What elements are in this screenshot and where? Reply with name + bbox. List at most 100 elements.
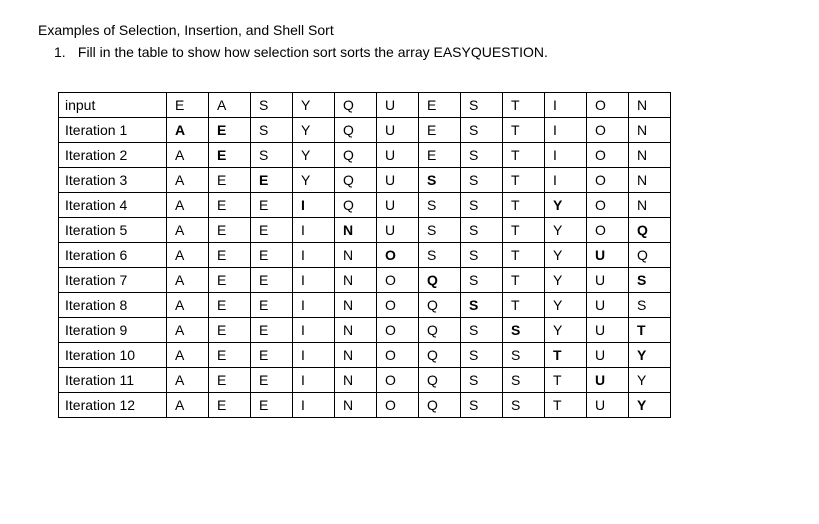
row-label: Iteration 1 xyxy=(59,118,167,143)
table-cell: Y xyxy=(545,218,587,243)
table-cell: U xyxy=(587,368,629,393)
table-cell: U xyxy=(587,268,629,293)
table-cell: S xyxy=(419,218,461,243)
row-label: Iteration 6 xyxy=(59,243,167,268)
table-cell: T xyxy=(503,93,545,118)
table-cell: Y xyxy=(545,293,587,318)
table-cell: N xyxy=(629,168,671,193)
table-cell: E xyxy=(251,218,293,243)
table-row: Iteration 6AEEINOSSTYUQ xyxy=(59,243,671,268)
table-cell: E xyxy=(251,343,293,368)
table-row: Iteration 3AEEYQUSSTION xyxy=(59,168,671,193)
table-cell: Q xyxy=(419,318,461,343)
table-cell: N xyxy=(335,368,377,393)
table-cell: E xyxy=(419,143,461,168)
table-cell: N xyxy=(629,193,671,218)
table-cell: Y xyxy=(629,393,671,418)
table-cell: I xyxy=(293,193,335,218)
table-cell: O xyxy=(377,368,419,393)
table-cell: O xyxy=(377,343,419,368)
table-cell: I xyxy=(293,368,335,393)
table-cell: S xyxy=(461,343,503,368)
table-cell: A xyxy=(167,118,209,143)
table-cell: N xyxy=(629,118,671,143)
table-cell: A xyxy=(167,318,209,343)
table-cell: E xyxy=(251,268,293,293)
table-cell: Y xyxy=(545,318,587,343)
instruction-text: Fill in the table to show how selection … xyxy=(78,44,548,60)
table-cell: Q xyxy=(629,243,671,268)
table-cell: E xyxy=(251,393,293,418)
table-cell: T xyxy=(503,293,545,318)
table-row: Iteration 4AEEIQUSSTYON xyxy=(59,193,671,218)
table-cell: U xyxy=(587,343,629,368)
table-cell: N xyxy=(335,343,377,368)
table-cell: E xyxy=(251,293,293,318)
table-cell: O xyxy=(377,318,419,343)
table-cell: Y xyxy=(293,168,335,193)
table-cell: E xyxy=(209,193,251,218)
table-cell: I xyxy=(293,243,335,268)
table-cell: A xyxy=(209,93,251,118)
table-cell: S xyxy=(251,93,293,118)
table-cell: A xyxy=(167,243,209,268)
table-cell: T xyxy=(503,143,545,168)
row-label: Iteration 4 xyxy=(59,193,167,218)
table-cell: Y xyxy=(545,268,587,293)
table-cell: T xyxy=(503,218,545,243)
row-label: Iteration 10 xyxy=(59,343,167,368)
table-cell: O xyxy=(587,168,629,193)
table-row: Iteration 11AEEINOQSSTUY xyxy=(59,368,671,393)
table-cell: Q xyxy=(335,168,377,193)
table-cell: O xyxy=(377,393,419,418)
table-cell: N xyxy=(629,93,671,118)
table-cell: S xyxy=(461,268,503,293)
table-cell: S xyxy=(461,368,503,393)
table-cell: E xyxy=(209,218,251,243)
table-cell: I xyxy=(545,168,587,193)
table-row: Iteration 12AEEINOQSSTUY xyxy=(59,393,671,418)
table-cell: Y xyxy=(293,93,335,118)
table-cell: S xyxy=(461,318,503,343)
table-row: Iteration 9AEEINOQSSYUT xyxy=(59,318,671,343)
table-cell: I xyxy=(293,343,335,368)
table-cell: Q xyxy=(419,268,461,293)
table-cell: T xyxy=(503,118,545,143)
table-cell: A xyxy=(167,168,209,193)
table-cell: S xyxy=(461,393,503,418)
table-cell: E xyxy=(251,243,293,268)
instruction-line: 1. Fill in the table to show how selecti… xyxy=(54,44,781,60)
table-cell: T xyxy=(545,393,587,418)
table-cell: S xyxy=(419,193,461,218)
table-cell: A xyxy=(167,368,209,393)
row-label: Iteration 9 xyxy=(59,318,167,343)
table-cell: E xyxy=(251,193,293,218)
table-cell: I xyxy=(293,218,335,243)
table-cell: E xyxy=(209,368,251,393)
table-cell: E xyxy=(209,143,251,168)
table-cell: E xyxy=(251,318,293,343)
table-cell: I xyxy=(545,118,587,143)
table-cell: A xyxy=(167,293,209,318)
table-cell: Q xyxy=(419,343,461,368)
table-cell: A xyxy=(167,343,209,368)
table-cell: O xyxy=(377,268,419,293)
table-cell: T xyxy=(503,268,545,293)
table-cell: S xyxy=(461,243,503,268)
table-cell: U xyxy=(587,318,629,343)
table-cell: Y xyxy=(629,368,671,393)
table-row: inputEASYQUESTION xyxy=(59,93,671,118)
table-cell: Q xyxy=(335,193,377,218)
table-row: Iteration 5AEEINUSSTYOQ xyxy=(59,218,671,243)
row-label: Iteration 3 xyxy=(59,168,167,193)
table-cell: A xyxy=(167,143,209,168)
table-cell: I xyxy=(293,393,335,418)
table-cell: U xyxy=(377,143,419,168)
table-cell: Y xyxy=(545,193,587,218)
row-label: Iteration 7 xyxy=(59,268,167,293)
table-cell: E xyxy=(251,168,293,193)
table-cell: E xyxy=(251,368,293,393)
table-cell: S xyxy=(461,168,503,193)
table-cell: S xyxy=(461,118,503,143)
table-cell: U xyxy=(587,393,629,418)
